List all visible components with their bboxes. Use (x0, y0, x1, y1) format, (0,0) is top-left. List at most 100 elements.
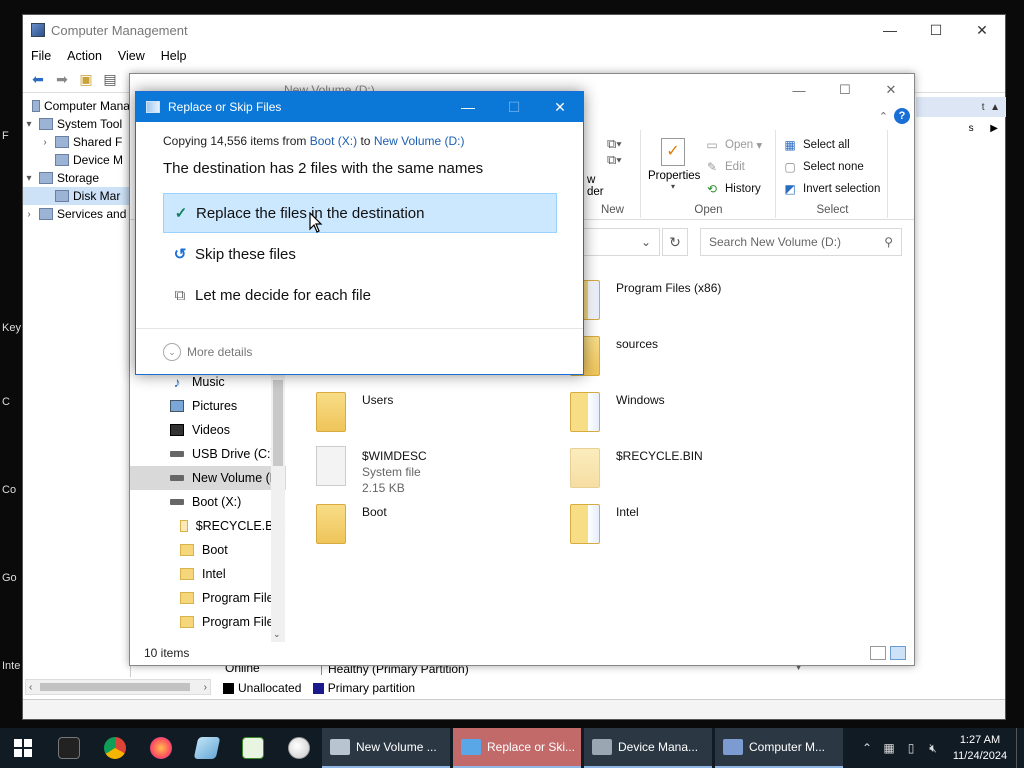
file-item-program-files-x86[interactable]: Program Files (x86) (570, 278, 721, 328)
console-tree-icon[interactable]: ▤ (101, 71, 119, 88)
spreadsheet-pin[interactable] (230, 728, 276, 768)
select-all-icon: ▦ (784, 138, 796, 152)
notes-pin[interactable] (184, 728, 230, 768)
refresh-button[interactable]: ↻ (662, 228, 688, 256)
up-folder-icon[interactable]: ▣ (77, 71, 95, 88)
paint-pin[interactable] (276, 728, 322, 768)
close-button[interactable]: ✕ (959, 15, 1005, 45)
nav-item-boot[interactable]: Boot (130, 538, 286, 562)
nav-item-videos[interactable]: Videos (130, 418, 286, 442)
skip-files-button[interactable]: ↺ Skip these files (163, 234, 557, 274)
task-computer-management[interactable]: Computer M... (715, 728, 843, 768)
maximize-button[interactable]: ☐ (913, 15, 959, 45)
search-input[interactable]: Search New Volume (D:) ⚲ (700, 228, 902, 256)
terminal-icon (58, 737, 80, 759)
file-item-wimdesc[interactable]: $WIMDESC System file 2.15 KB (316, 446, 427, 496)
terminal-pin[interactable] (46, 728, 92, 768)
nav-item-recycle-bin[interactable]: $RECYCLE.BIN (130, 514, 286, 538)
volume-muted-icon[interactable]: 🔇︎ (922, 741, 944, 756)
more-actions[interactable]: s ▶ (916, 117, 1006, 139)
decide-each-file-button[interactable]: ⧉ Let me decide for each file (163, 275, 557, 315)
collapse-up-icon[interactable]: ▲ (990, 102, 1000, 113)
help-icon[interactable]: ? (894, 108, 910, 124)
fe-minimize-button[interactable]: — (776, 74, 822, 106)
tree-item-computer-management[interactable]: Computer Mana (23, 97, 130, 115)
nav-item-usb-drive[interactable]: USB Drive (C:) (130, 442, 286, 466)
dialog-minimize-button[interactable]: — (445, 92, 491, 122)
clock[interactable]: 1:27 AM 11/24/2024 (944, 732, 1016, 764)
new-item-icon[interactable]: ⧉▾ ⧉▾ (607, 136, 622, 168)
replace-files-button[interactable]: ✓ Replace the files in the destination (163, 193, 557, 233)
nav-item-program-files[interactable]: Program Files (130, 586, 286, 610)
destination-link[interactable]: New Volume (D:) (374, 134, 465, 148)
copy-summary: Copying 14,556 items from Boot (X:) to N… (163, 134, 465, 148)
scroll-right-icon[interactable]: › (204, 682, 207, 693)
tree-item-services[interactable]: › Services and (23, 205, 130, 223)
device-manager-icon (592, 739, 612, 755)
fe-close-button[interactable]: ✕ (868, 74, 914, 106)
ribbon-group-new: ⧉▾ ⧉▾ w der New (585, 130, 641, 218)
nav-item-pictures[interactable]: Pictures (130, 394, 286, 418)
tray-chevron-icon[interactable]: ⌃ (856, 741, 878, 755)
source-link[interactable]: Boot (X:) (310, 134, 357, 148)
tree-item-storage[interactable]: ▾ Storage (23, 169, 130, 187)
color-app-icon[interactable]: ▦ (878, 741, 900, 755)
fe-maximize-button[interactable]: ☐ (822, 74, 868, 106)
show-desktop-button[interactable] (1016, 728, 1024, 768)
select-all-button[interactable]: ▦ Select all (782, 134, 880, 156)
scroll-left-icon[interactable]: ‹ (29, 682, 32, 693)
nav-item-program-files-x86[interactable]: Program Files (130, 610, 286, 634)
properties-button[interactable]: ✓ Properties ▾ (648, 138, 700, 191)
tree-horizontal-scrollbar[interactable]: ‹ › (25, 679, 211, 695)
open-button[interactable]: ▭ Open ▾ (704, 134, 762, 156)
nav-item-intel[interactable]: Intel (130, 562, 286, 586)
ribbon-collapse-icon[interactable]: ⌃ (879, 110, 888, 123)
large-icons-view-icon[interactable] (890, 646, 906, 660)
minimize-button[interactable]: — (867, 15, 913, 45)
file-item-users[interactable]: Users (316, 390, 393, 440)
dialog-close-button[interactable]: ✕ (537, 92, 583, 122)
menu-help[interactable]: Help (161, 49, 187, 63)
scroll-thumb[interactable] (40, 683, 190, 691)
tree-item-shared-folders[interactable]: › Shared F (23, 133, 130, 151)
task-new-volume[interactable]: New Volume ... (322, 728, 450, 768)
details-view-icon[interactable] (870, 646, 886, 660)
start-button[interactable] (0, 728, 46, 768)
properties-icon: ✓ (661, 138, 685, 166)
invert-selection-button[interactable]: ◩ Invert selection (782, 178, 880, 200)
new-folder-button[interactable]: w der (587, 174, 604, 198)
usb-icon[interactable]: ▯ (900, 741, 922, 755)
chrome-pin[interactable] (92, 728, 138, 768)
cm-titlebar[interactable]: Computer Management (23, 15, 1005, 45)
nav-scrollbar[interactable]: ⌄ (271, 370, 285, 642)
file-item-recycle-bin[interactable]: $RECYCLE.BIN (570, 446, 703, 496)
history-button[interactable]: ⟲ History (704, 178, 762, 200)
desktop-label: Go (2, 572, 17, 584)
nav-item-boot-drive[interactable]: Boot (X:) (130, 490, 286, 514)
copy-icon (461, 739, 481, 755)
taskbar: New Volume ... Replace or Ski... Device … (0, 728, 1024, 768)
edit-button[interactable]: ✎ Edit (704, 156, 762, 178)
firefox-pin[interactable] (138, 728, 184, 768)
task-device-manager[interactable]: Device Mana... (584, 728, 712, 768)
back-arrow-icon[interactable]: ⬅ (29, 71, 47, 88)
tree-item-system-tools[interactable]: ▾ System Tool (23, 115, 130, 133)
file-item-windows[interactable]: Windows (570, 390, 665, 440)
file-item-boot[interactable]: Boot (316, 502, 387, 552)
nav-item-new-volume[interactable]: New Volume (D (130, 466, 286, 490)
task-replace-or-skip[interactable]: Replace or Ski... (453, 728, 581, 768)
address-dropdown[interactable]: ⌄ (580, 228, 660, 256)
firefox-icon (150, 737, 172, 759)
actions-header[interactable]: t ▲ (916, 97, 1006, 117)
file-item-intel[interactable]: Intel (570, 502, 639, 552)
menu-file[interactable]: File (31, 49, 51, 63)
tree-item-device-manager[interactable]: Device M (23, 151, 130, 169)
menu-action[interactable]: Action (67, 49, 102, 63)
select-none-button[interactable]: ▢ Select none (782, 156, 880, 178)
scroll-down-icon[interactable]: ⌄ (273, 629, 281, 640)
nav-scroll-thumb[interactable] (273, 380, 283, 466)
more-details-button[interactable]: ⌄ More details (163, 343, 252, 361)
tree-item-disk-management[interactable]: Disk Mar (23, 187, 130, 205)
forward-arrow-icon[interactable]: ➡ (53, 71, 71, 88)
menu-view[interactable]: View (118, 49, 145, 63)
